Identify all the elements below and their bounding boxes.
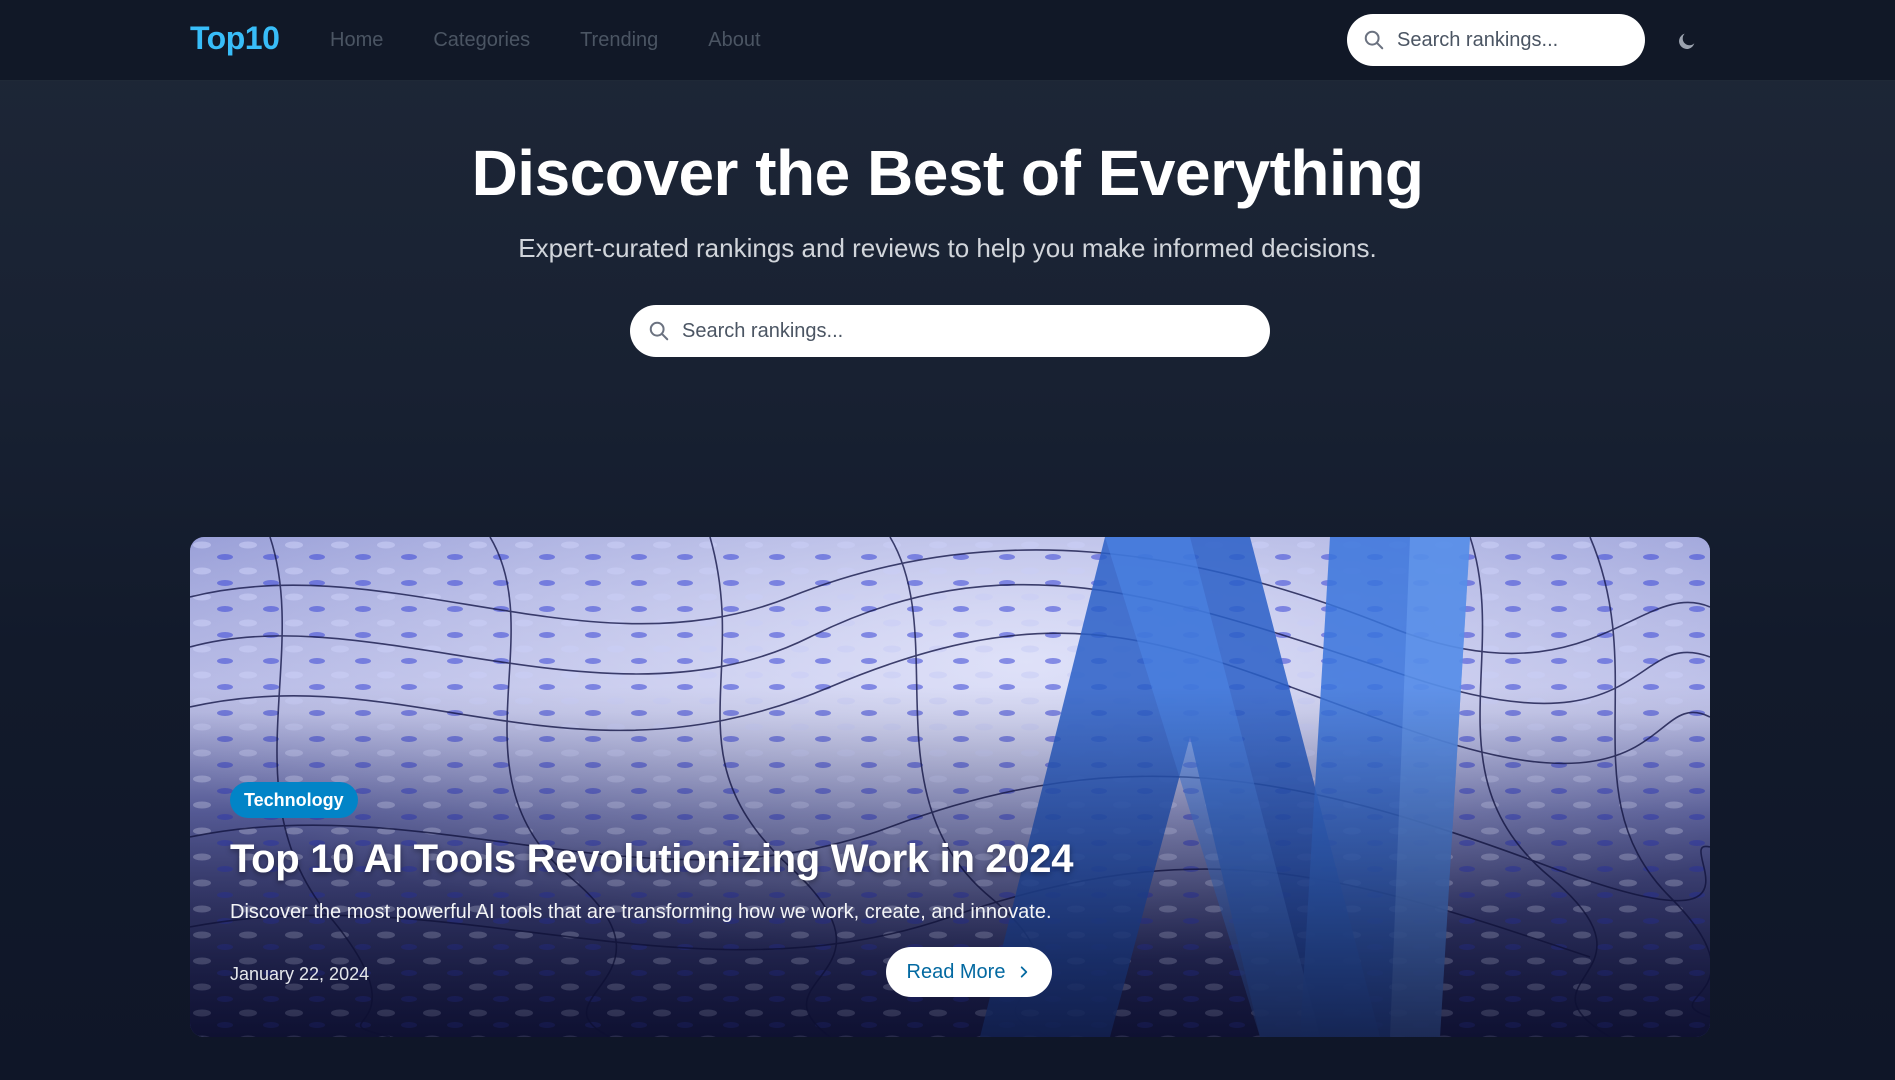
nav-link-categories[interactable]: Categories: [433, 29, 530, 52]
page: Top10 Home Categories Trending About Dis…: [0, 0, 1895, 1080]
featured-title[interactable]: Top 10 AI Tools Revolutionizing Work in …: [230, 837, 1073, 882]
featured-description: Discover the most powerful AI tools that…: [230, 901, 1052, 923]
read-more-button[interactable]: Read More: [886, 947, 1052, 997]
moon-icon[interactable]: [1676, 30, 1698, 52]
nav-link-about[interactable]: About: [708, 29, 760, 52]
read-more-label: Read More: [906, 960, 1006, 983]
hero-search-box[interactable]: [630, 305, 1270, 357]
nav-link-home[interactable]: Home: [330, 29, 383, 52]
nav-links: Home Categories Trending About: [330, 29, 761, 52]
nav-search-box[interactable]: [1347, 14, 1645, 66]
chevron-right-icon: [1021, 966, 1028, 978]
hero-search-input[interactable]: [682, 319, 1242, 343]
featured-date: January 22, 2024: [230, 964, 370, 984]
logo[interactable]: Top10: [190, 20, 280, 57]
nav-search-input[interactable]: [1397, 28, 1627, 52]
nav-link-trending[interactable]: Trending: [580, 29, 658, 52]
hero-title: Discover the Best of Everything: [471, 137, 1424, 209]
hero-subtitle: Expert-curated rankings and reviews to h…: [518, 233, 1377, 263]
featured-card[interactable]: Technology Top 10 AI Tools Revolutionizi…: [190, 537, 1710, 1037]
search-icon: [649, 321, 669, 341]
category-badge[interactable]: Technology: [230, 782, 358, 818]
top-nav: Top10 Home Categories Trending About: [0, 0, 1895, 81]
search-icon: [1364, 30, 1384, 50]
